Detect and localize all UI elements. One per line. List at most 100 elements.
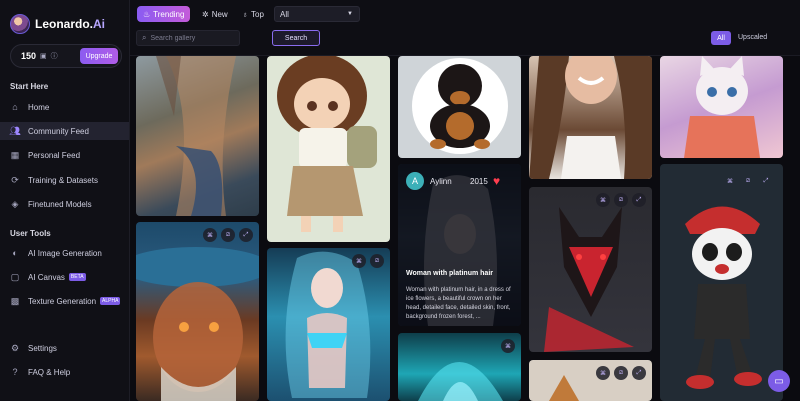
chat-icon: ▭ bbox=[774, 375, 784, 387]
palette-icon: ◐ bbox=[12, 248, 18, 258]
sidebar-item-community-feed[interactable]: 👥︎ Community Feed bbox=[0, 122, 129, 140]
expand-icon[interactable]: ⤢ bbox=[759, 174, 773, 188]
sidebar-item-settings[interactable]: ⚙ Settings bbox=[0, 339, 129, 357]
card-image-warrior bbox=[156, 56, 236, 216]
gear-icon: ⚙ bbox=[10, 342, 20, 353]
card-actions: ⌘ ⧄ ⤢ bbox=[596, 366, 646, 380]
filter-upscaled-toggle[interactable]: Upscaled bbox=[738, 31, 767, 41]
author-avatar[interactable]: A bbox=[406, 172, 424, 190]
gallery-card-fox[interactable]: ⌘ ⧄ ⤢ bbox=[529, 360, 652, 401]
grid-icon: ▦ bbox=[10, 149, 20, 160]
tab-label: New bbox=[211, 9, 228, 19]
card-image-panda bbox=[685, 206, 762, 389]
heart-icon[interactable]: ♥ bbox=[493, 174, 500, 188]
no-upscale-icon[interactable]: ⧄ bbox=[614, 193, 628, 207]
gallery-card-warrior[interactable] bbox=[136, 56, 259, 216]
sidebar-item-home[interactable]: ⌂ Home bbox=[0, 98, 129, 116]
card-hover-overlay: A Aylinn 2015 ♥ Woman with platinum hair… bbox=[398, 164, 521, 326]
info-icon[interactable]: ⓘ bbox=[51, 51, 58, 61]
no-upscale-icon[interactable]: ⧄ bbox=[614, 366, 628, 380]
logo-avatar bbox=[10, 14, 30, 34]
fire-icon: ♁ bbox=[242, 9, 248, 19]
sidebar-item-label: Community Feed bbox=[28, 126, 89, 136]
no-upscale-icon[interactable]: ⧄ bbox=[370, 254, 384, 268]
card-image-dog-sticker bbox=[412, 58, 508, 154]
search-box: ⌕ bbox=[136, 30, 240, 46]
sidebar-item-ai-canvas[interactable]: ▢ AI Canvas BETA bbox=[0, 268, 129, 286]
gallery-toolbar: ♨ Trending ✲ New ♁ Top All ▼ ⌕ Search Al… bbox=[130, 0, 800, 56]
alpha-badge: ALPHA bbox=[100, 297, 121, 305]
gallery-card-chibi-girl[interactable] bbox=[267, 56, 390, 242]
gallery-card-panda[interactable]: ⌘ ⧄ ⤢ bbox=[660, 164, 783, 401]
chat-support-button[interactable]: ▭ bbox=[768, 370, 790, 392]
gallery-card-blue-hair-girl[interactable]: ⌘ ⧄ bbox=[267, 248, 390, 401]
cube-icon: ◈ bbox=[11, 198, 19, 209]
remix-icon[interactable]: ⌘ bbox=[723, 174, 737, 188]
search-icon: ⌕ bbox=[142, 33, 147, 42]
credits-pill: 150 ▣ ⓘ Upgrade bbox=[10, 44, 122, 68]
sidebar-item-faq-help[interactable]: ? FAQ & Help bbox=[0, 363, 129, 381]
remix-icon[interactable]: ⌘ bbox=[596, 193, 610, 207]
token-icon: ▣ bbox=[40, 53, 47, 60]
remix-icon[interactable]: ⌘ bbox=[596, 366, 610, 380]
author-name[interactable]: Aylinn bbox=[430, 177, 452, 186]
card-actions: ⌘ bbox=[501, 339, 515, 353]
sidebar-item-texture-generation[interactable]: ▩ Texture Generation ALPHA bbox=[0, 292, 129, 310]
app-name: Leonardo.Ai bbox=[35, 17, 106, 31]
expand-icon[interactable]: ⤢ bbox=[239, 228, 253, 242]
tab-top[interactable]: ♁ Top bbox=[236, 6, 270, 22]
expand-icon[interactable]: ⤢ bbox=[632, 193, 646, 207]
gallery-card-smiling-woman[interactable] bbox=[529, 56, 652, 179]
remix-icon[interactable]: ⌘ bbox=[203, 228, 217, 242]
canvas-icon: ▢ bbox=[10, 271, 20, 282]
search-input[interactable] bbox=[150, 34, 231, 42]
card-image-red-wolf bbox=[544, 207, 634, 352]
card-actions: ⌘ ⧄ ⤢ bbox=[203, 228, 253, 242]
card-image-old-man bbox=[136, 247, 259, 401]
no-upscale-icon[interactable]: ⧄ bbox=[221, 228, 235, 242]
training-icon: ⟳ bbox=[11, 174, 19, 185]
card-actions: ⌘ ⧄ ⤢ bbox=[596, 193, 646, 207]
remix-icon[interactable]: ⌘ bbox=[352, 254, 366, 268]
sidebar-item-ai-image-generation[interactable]: ◐ AI Image Generation bbox=[0, 244, 129, 262]
sidebar-item-label: Personal Feed bbox=[28, 150, 81, 160]
credits-count: 150 bbox=[21, 51, 37, 61]
tab-label: Trending bbox=[153, 9, 185, 19]
card-title: Woman with platinum hair bbox=[406, 270, 493, 277]
sidebar-item-finetuned-models[interactable]: ◈ Finetuned Models bbox=[0, 195, 129, 213]
sidebar-item-label: AI Canvas bbox=[28, 272, 65, 282]
expand-icon[interactable]: ⤢ bbox=[632, 366, 646, 380]
card-image-blue-hair-girl bbox=[285, 251, 371, 398]
like-count: 2015 bbox=[470, 177, 488, 186]
texture-icon: ▩ bbox=[10, 295, 20, 306]
tab-trending[interactable]: ♨ Trending bbox=[137, 6, 191, 22]
search-button[interactable]: Search bbox=[272, 30, 320, 46]
card-image-smiling-woman bbox=[529, 56, 652, 179]
remix-icon[interactable]: ⌘ bbox=[501, 339, 515, 353]
sidebar-item-personal-feed[interactable]: ▦ Personal Feed bbox=[0, 146, 129, 164]
card-actions: ⌘ ⧄ ⤢ bbox=[723, 174, 773, 188]
app-logo[interactable]: Leonardo.Ai bbox=[10, 14, 105, 34]
upgrade-button[interactable]: Upgrade bbox=[80, 48, 118, 64]
sidebar-item-label: FAQ & Help bbox=[28, 367, 71, 377]
gallery-card-old-man[interactable]: ⌘ ⧄ ⤢ bbox=[136, 222, 259, 401]
gallery-card-platinum-hair[interactable]: A Aylinn 2015 ♥ Woman with platinum hair… bbox=[398, 164, 521, 326]
gallery-card-cyan-creature[interactable]: ⌘ bbox=[398, 333, 521, 401]
sidebar-item-label: Finetuned Models bbox=[28, 199, 92, 209]
sidebar: Leonardo.Ai 150 ▣ ⓘ Upgrade Start Here ⌂… bbox=[0, 0, 130, 401]
filter-dropdown[interactable]: All ▼ bbox=[274, 6, 360, 22]
people-icon: 👥︎ bbox=[9, 125, 21, 136]
gallery-card-cat-hoodie[interactable] bbox=[660, 56, 783, 158]
sidebar-item-training-datasets[interactable]: ⟳ Training & Datasets bbox=[0, 171, 129, 189]
gallery-card-red-wolf[interactable]: ⌘ ⧄ ⤢ bbox=[529, 187, 652, 352]
section-title-user-tools: User Tools bbox=[10, 229, 51, 238]
no-upscale-icon[interactable]: ⧄ bbox=[741, 174, 755, 188]
card-prompt: Woman with platinum hair, in a dress of … bbox=[406, 287, 511, 320]
flame-icon: ♨ bbox=[143, 9, 151, 19]
sidebar-item-label: Texture Generation bbox=[28, 296, 97, 306]
sidebar-item-label: Home bbox=[28, 102, 50, 112]
gallery-card-dog-sticker[interactable] bbox=[398, 56, 521, 158]
filter-all-toggle[interactable]: All bbox=[711, 31, 731, 45]
help-icon: ? bbox=[12, 367, 18, 377]
tab-new[interactable]: ✲ New bbox=[196, 6, 234, 22]
